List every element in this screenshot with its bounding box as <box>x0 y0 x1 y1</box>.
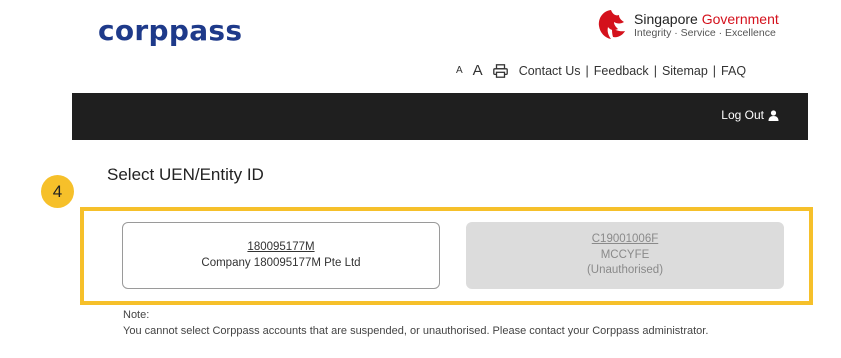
note-text: You cannot select Corppass accounts that… <box>123 324 709 337</box>
entity-uen: C19001006F <box>591 233 659 246</box>
gov-tagline: Integrity · Service · Excellence <box>634 26 776 39</box>
entity-status: (Unauthorised) <box>586 264 664 277</box>
printer-icon[interactable] <box>492 63 508 78</box>
step-number-badge: 4 <box>41 175 74 208</box>
increase-font-button[interactable]: A <box>473 62 483 79</box>
decrease-font-button[interactable]: A <box>456 65 463 76</box>
singapore-government-logo[interactable]: Singapore Government Integrity · Service… <box>596 8 779 42</box>
logout-button[interactable]: Log Out <box>721 108 779 122</box>
entity-name: MCCYFE <box>600 248 650 261</box>
page-title: Select UEN/Entity ID <box>107 165 264 184</box>
contact-us-link[interactable]: Contact Us <box>519 64 581 78</box>
sitemap-link[interactable]: Sitemap <box>662 64 708 78</box>
separator: | <box>585 63 589 78</box>
gov-name: Singapore Government <box>634 10 779 27</box>
utility-bar: A A Contact Us | Feedback | Sitemap | FA… <box>456 62 746 79</box>
corppass-logo[interactable]: corppass <box>98 14 242 47</box>
feedback-link[interactable]: Feedback <box>594 64 649 78</box>
top-navbar: Log Out <box>72 93 808 140</box>
note: Note: You cannot select Corppass account… <box>123 308 783 340</box>
entity-name: Company 180095177M Pte Ltd <box>201 256 361 269</box>
user-icon <box>768 109 779 121</box>
separator: | <box>712 63 717 78</box>
entity-card-disabled: C19001006F MCCYFE (Unauthorised) <box>466 222 784 289</box>
entity-uen: 180095177M <box>247 240 315 253</box>
lion-head-icon <box>598 10 625 39</box>
separator: | <box>653 63 657 78</box>
logout-label: Log Out <box>721 108 764 122</box>
note-heading: Note: <box>123 309 150 321</box>
faq-link[interactable]: FAQ <box>721 64 746 78</box>
entity-card[interactable]: 180095177M Company 180095177M Pte Ltd <box>122 222 440 289</box>
